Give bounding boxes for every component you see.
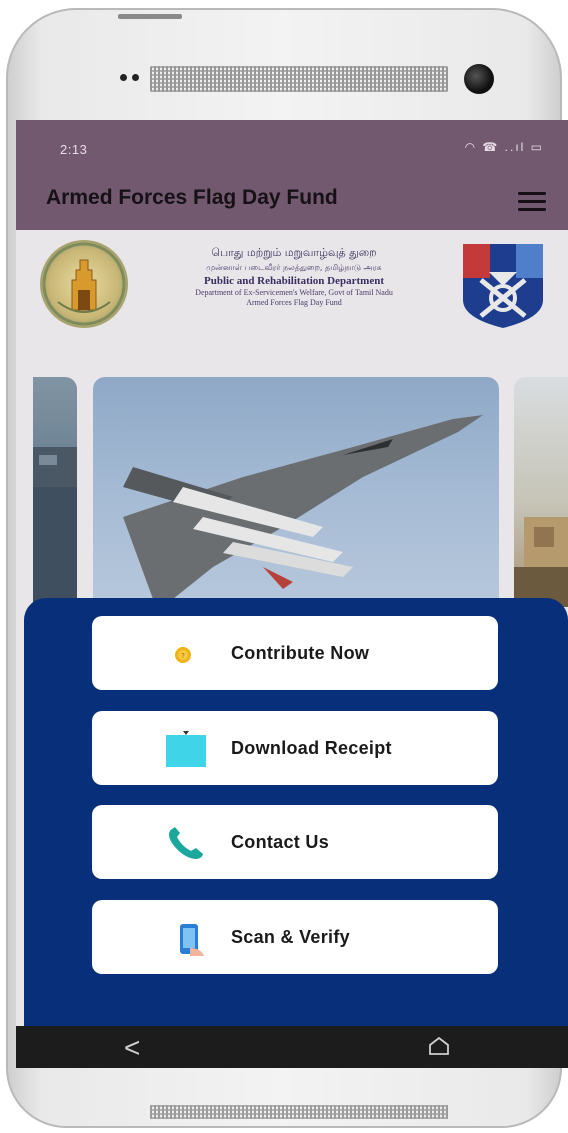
banner-tamil-line2: முன்னாள் படைவீரர் நலத்துறை, தமிழ்நாடு அர…	[206, 263, 382, 272]
svg-text:?: ?	[181, 652, 185, 660]
earpiece-speaker	[150, 66, 448, 92]
app-title: Armed Forces Flag Day Fund	[46, 186, 338, 209]
power-button	[118, 14, 182, 19]
warship-slide[interactable]	[33, 377, 77, 607]
scan-phone-icon	[176, 922, 206, 963]
fighter-jet-slide[interactable]	[93, 377, 499, 607]
contact-us-button[interactable]: Contact Us	[92, 805, 498, 879]
scan-verify-label: Scan & Verify	[231, 927, 350, 947]
banner-fund: Armed Forces Flag Day Fund	[246, 298, 342, 307]
app-screen: 2:13 ◠ ☎ ..ıl ▭ Armed Forces Flag Day Fu…	[16, 120, 568, 1068]
department-banner: பொது மற்றும் மறுவாழ்வுத் துறை முன்னாள் ப…	[16, 230, 568, 340]
download-receipt-label: Download Receipt	[231, 738, 392, 758]
phone-icon	[166, 827, 204, 866]
status-icons: ◠ ☎ ..ıl ▭	[464, 140, 544, 154]
contribute-now-button[interactable]: ? Contribute Now	[92, 616, 498, 690]
action-sheet: ? Contribute Now Download Receipt Contac…	[24, 598, 568, 1068]
hamburger-menu-icon[interactable]	[518, 192, 546, 212]
download-receipt-button[interactable]: Download Receipt	[92, 711, 498, 785]
scan-verify-button[interactable]: Scan & Verify	[92, 900, 498, 974]
sensor-dots	[120, 74, 139, 81]
banner-text: பொது மற்றும் மறுவாழ்வுத் துறை முன்னாள் ப…	[132, 246, 456, 307]
tank-slide[interactable]	[514, 377, 568, 607]
coin-icon: ?	[174, 646, 192, 669]
banner-tamil-line1: பொது மற்றும் மறுவாழ்வுத் துறை	[211, 246, 377, 259]
home-icon[interactable]	[428, 1036, 450, 1061]
armed-forces-crest-icon	[459, 240, 547, 330]
receipt-icon	[166, 731, 206, 772]
banner-department: Public and Rehabilitation Department	[204, 275, 384, 287]
bottom-speaker	[150, 1105, 448, 1119]
front-camera	[464, 64, 494, 94]
banner-subtitle: Department of Ex-Servicemen's Welfare, G…	[195, 288, 393, 297]
status-bar: 2:13 ◠ ☎ ..ıl ▭	[16, 120, 568, 178]
system-nav-bar: <	[16, 1026, 568, 1068]
main-content: பொது மற்றும் மறுவாழ்வுத் துறை முன்னாள் ப…	[16, 230, 568, 1068]
contact-us-label: Contact Us	[231, 832, 330, 852]
app-bar: Armed Forces Flag Day Fund	[16, 178, 568, 230]
contribute-now-label: Contribute Now	[231, 643, 370, 663]
back-icon[interactable]: <	[124, 1032, 140, 1064]
tamil-nadu-emblem-icon	[40, 240, 128, 328]
status-time: 2:13	[60, 142, 88, 157]
image-carousel[interactable]	[16, 377, 568, 607]
